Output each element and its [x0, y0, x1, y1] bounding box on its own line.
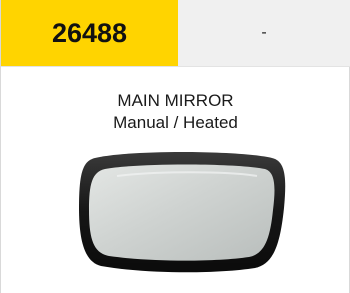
note-value: - [261, 24, 267, 41]
header-divider [1, 66, 350, 67]
product-header: 26488 - [1, 0, 350, 66]
note-cell: - [178, 0, 350, 66]
product-title: MAIN MIRROR [117, 91, 234, 110]
product-title-block: MAIN MIRROR Manual / Heated [1, 90, 350, 134]
part-number-cell: 26488 [1, 0, 178, 66]
part-number: 26488 [51, 17, 128, 48]
product-card: 26488 - MAIN MIRROR Manual / Heated [0, 0, 350, 293]
product-subtitle: Manual / Heated [113, 113, 238, 132]
mirror-image [79, 152, 286, 273]
mirror-glass [89, 164, 275, 261]
